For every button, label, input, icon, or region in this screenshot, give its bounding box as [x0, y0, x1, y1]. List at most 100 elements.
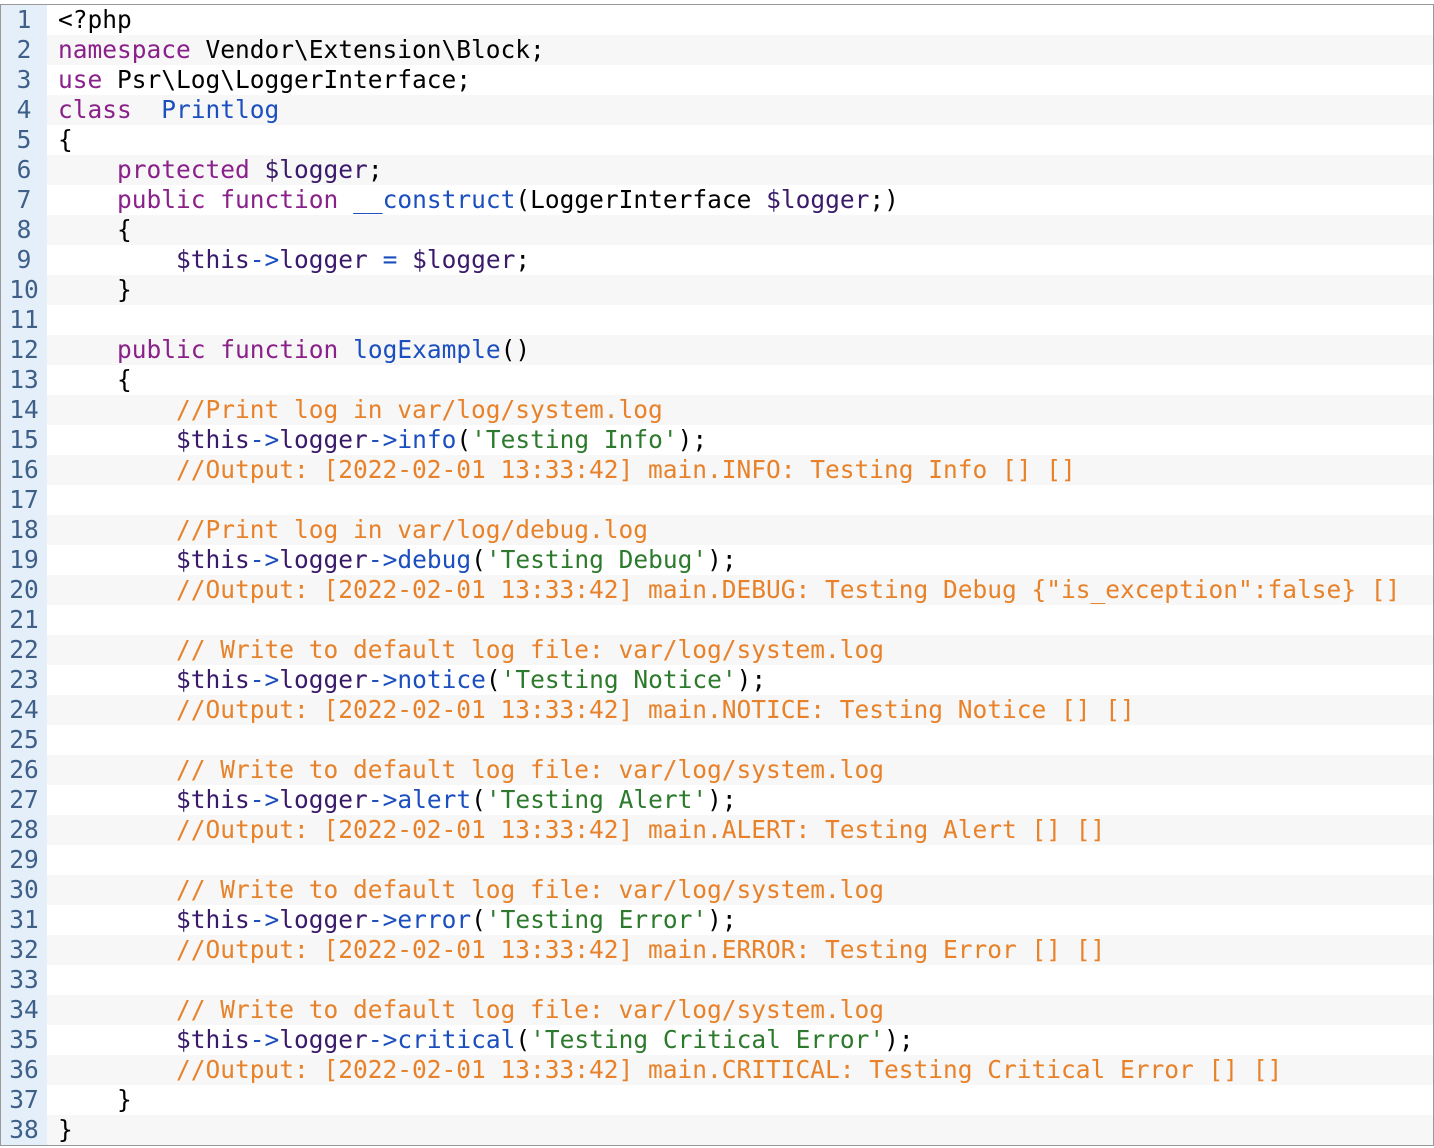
line-number: 10 — [1, 275, 47, 305]
code-line[interactable]: 16 //Output: [2022-02-01 13:33:42] main.… — [1, 455, 1433, 485]
code-token-var: $this — [176, 425, 250, 454]
code-line[interactable]: 29 — [1, 845, 1433, 875]
code-token-plain: ( — [471, 785, 486, 814]
line-number: 1 — [1, 5, 47, 35]
code-text: //Output: [2022-02-01 13:33:42] main.NOT… — [58, 695, 1135, 725]
code-token-var: logger — [279, 425, 368, 454]
code-token-kw: class — [58, 95, 132, 124]
line-number: 25 — [1, 725, 47, 755]
code-line[interactable]: 17 — [1, 485, 1433, 515]
code-token-cmt: // Write to default log file: var/log/sy… — [176, 755, 885, 784]
code-line[interactable]: 28 //Output: [2022-02-01 13:33:42] main.… — [1, 815, 1433, 845]
line-number: 30 — [1, 875, 47, 905]
code-line[interactable]: 38} — [1, 1115, 1433, 1145]
code-line[interactable]: 37 } — [1, 1085, 1433, 1115]
code-line[interactable]: 36 //Output: [2022-02-01 13:33:42] main.… — [1, 1055, 1433, 1085]
code-text: public function __construct(LoggerInterf… — [58, 185, 899, 215]
code-line[interactable]: 25 — [1, 725, 1433, 755]
code-line[interactable]: 31 $this->logger->error('Testing Error')… — [1, 905, 1433, 935]
code-text: } — [58, 1085, 132, 1115]
code-line[interactable]: 14 //Print log in var/log/system.log — [1, 395, 1433, 425]
line-number: 17 — [1, 485, 47, 515]
code-token-plain: { — [58, 365, 132, 394]
code-token-plain: ( — [515, 1025, 531, 1054]
code-line[interactable]: 24 //Output: [2022-02-01 13:33:42] main.… — [1, 695, 1433, 725]
code-line[interactable]: 11 — [1, 305, 1433, 335]
line-number: 28 — [1, 815, 47, 845]
code-line[interactable]: 4 class Printlog — [1, 95, 1433, 125]
code-line[interactable]: 15 $this->logger->info('Testing Info'); — [1, 425, 1433, 455]
code-line[interactable]: 1 <?php — [1, 5, 1433, 35]
code-line[interactable]: 18 //Print log in var/log/debug.log — [1, 515, 1433, 545]
code-token-plain: ; — [367, 155, 383, 184]
code-token-plain: Vendor\Extension\Block; — [190, 35, 545, 64]
code-token-cmt: //Print log in var/log/debug.log — [176, 515, 649, 544]
code-token-str: 'Testing Critical Error' — [530, 1025, 885, 1054]
code-line[interactable]: 12 public function logExample() — [1, 335, 1433, 365]
code-token-op: -> — [249, 545, 280, 574]
code-token-plain: <?php — [58, 5, 132, 34]
code-token-plain: ); — [736, 665, 767, 694]
code-token-plain: } — [58, 1115, 73, 1144]
code-line[interactable]: 35 $this->logger->critical('Testing Crit… — [1, 1025, 1433, 1055]
code-line[interactable]: 19 $this->logger->debug('Testing Debug')… — [1, 545, 1433, 575]
code-token-cmt: // Write to default log file: var/log/sy… — [176, 635, 885, 664]
code-token-var: $this — [176, 785, 250, 814]
line-number: 32 — [1, 935, 47, 965]
code-editor[interactable]: 1 <?php 2 namespace Vendor\Extension\Block;… — [0, 4, 1434, 1146]
code-token-cls: critical — [397, 1025, 516, 1054]
code-token-plain: () — [500, 335, 531, 364]
code-token-str: 'Testing Info' — [471, 425, 678, 454]
code-token-op: -> — [249, 425, 280, 454]
code-line[interactable]: 6 protected $logger; — [1, 155, 1433, 185]
code-line[interactable]: 5{ — [1, 125, 1433, 155]
code-token-op: -> — [367, 665, 398, 694]
code-line[interactable]: 9 $this->logger = $logger; — [1, 245, 1433, 275]
code-token-op: -> — [367, 785, 398, 814]
code-text: //Output: [2022-02-01 13:33:42] main.INF… — [58, 455, 1076, 485]
code-line[interactable]: 34 // Write to default log file: var/log… — [1, 995, 1433, 1025]
code-line[interactable]: 23 $this->logger->notice('Testing Notice… — [1, 665, 1433, 695]
code-line[interactable]: 2 namespace Vendor\Extension\Block; — [1, 35, 1433, 65]
code-token-plain: ); — [884, 1025, 914, 1054]
code-line[interactable]: 22 // Write to default log file: var/log… — [1, 635, 1433, 665]
code-text: //Output: [2022-02-01 13:33:42] main.ERR… — [58, 935, 1105, 965]
code-token-cmt: //Output: [2022-02-01 13:33:42] main.INF… — [176, 455, 1076, 484]
code-token-var: logger — [279, 1025, 368, 1054]
code-line[interactable]: 10 } — [1, 275, 1433, 305]
code-token-plain: (LoggerInterface — [515, 185, 767, 214]
code-token-kw: function — [220, 185, 339, 214]
code-token-plain: ; — [515, 245, 531, 274]
code-line[interactable]: 33 — [1, 965, 1433, 995]
code-token-kw: protected — [117, 155, 250, 184]
line-number: 18 — [1, 515, 47, 545]
code-token-plain: ); — [707, 545, 737, 574]
code-line[interactable]: 27 $this->logger->alert('Testing Alert')… — [1, 785, 1433, 815]
code-line[interactable]: 13 { — [1, 365, 1433, 395]
code-token-var: $this — [176, 1025, 250, 1054]
code-token-plain: { — [58, 215, 132, 244]
line-number: 6 — [1, 155, 47, 185]
line-number: 5 — [1, 125, 47, 155]
code-line[interactable]: 20 //Output: [2022-02-01 13:33:42] main.… — [1, 575, 1433, 605]
code-token-op: -> — [367, 425, 398, 454]
code-line[interactable]: 8 { — [1, 215, 1433, 245]
code-line[interactable]: 32 //Output: [2022-02-01 13:33:42] main.… — [1, 935, 1433, 965]
code-text: $this->logger->notice('Testing Notice'); — [58, 665, 766, 695]
code-token-cmt: //Print log in var/log/system.log — [176, 395, 663, 424]
code-line[interactable]: 3 use Psr\Log\LoggerInterface; — [1, 65, 1433, 95]
code-token-op: -> — [249, 905, 280, 934]
code-line[interactable]: 26 // Write to default log file: var/log… — [1, 755, 1433, 785]
code-line[interactable]: 30 // Write to default log file: var/log… — [1, 875, 1433, 905]
code-line[interactable]: 7 public function __construct(LoggerInte… — [1, 185, 1433, 215]
code-line[interactable]: 21 — [1, 605, 1433, 635]
